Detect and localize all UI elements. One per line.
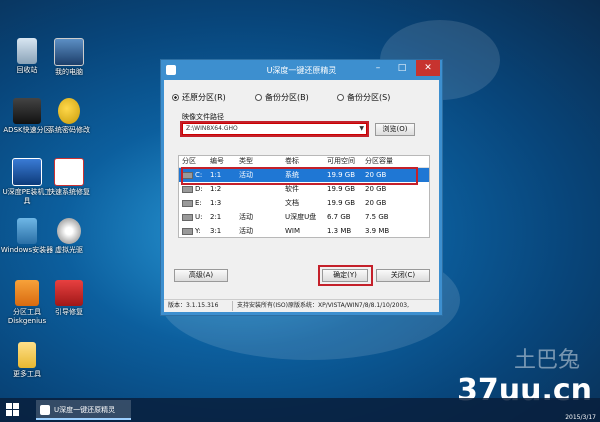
taskbar-item-restore[interactable]: U深度一键还原精灵 [36,400,131,420]
usb-drive-icon [182,213,193,221]
drive-icon [182,227,193,235]
table-row[interactable]: Y: 3:1 活动 WIM 1.3 MB 3.9 MB [179,224,429,238]
desktop-icon-boot-repair[interactable]: 引导修复 [42,280,96,317]
installer-icon [12,158,42,186]
desktop-icon-computer[interactable]: 我的电脑 [42,38,96,77]
computer-icon [54,38,84,66]
radio-dot-icon [255,94,262,101]
support-text: 支持安装所有(ISO)原版系统：XP/VISTA/WIN7/8/8.1/10/2… [237,302,410,309]
diskgenius-icon [15,280,39,306]
taskbar: U深度一键还原精灵 2015/3/17 [0,398,600,422]
title-bar: U深度一键还原精灵 – □ ✕ [161,60,442,80]
close-icon[interactable]: ✕ [416,60,440,76]
radio-backup-s[interactable]: 备份分区(S) [337,92,390,103]
status-bar: 版本：3.1.15.316 支持安装所有(ISO)原版系统：XP/VISTA/W… [164,299,439,312]
version-text: 版本：3.1.15.316 [168,302,219,309]
mode-radio-group: 还原分区(R) 备份分区(B) 备份分区(S) [170,92,435,104]
desktop-icon-repair[interactable]: 快速系统修复 [42,158,96,197]
app-icon [40,405,50,415]
brand-watermark: 土巴兔 [513,348,580,373]
key-icon [58,98,80,124]
maximize-button[interactable]: □ [390,60,414,76]
dialog-client: 还原分区(R) 备份分区(B) 备份分区(S) 映像文件路径 Z:\WIN8X6… [164,80,439,312]
folder-icon [18,342,36,368]
radio-dot-icon [172,94,179,101]
windows-installer-icon [17,218,37,244]
desktop-icon-more-tools[interactable]: 更多工具 [0,342,54,379]
advanced-button[interactable]: 高级(A) [174,269,228,282]
highlight-confirm [318,265,373,286]
radio-backup-b[interactable]: 备份分区(B) [255,92,309,103]
partition-icon [13,98,41,124]
desktop-icon-virtual-drive[interactable]: 虚拟光驱 [42,218,96,255]
virtual-drive-icon [57,218,81,244]
status-divider [232,301,233,311]
cancel-button[interactable]: 关闭(C) [376,269,430,282]
highlight-path [180,121,369,137]
minimize-button[interactable]: – [366,60,390,76]
table-row[interactable]: E: 1:3 文档 19.9 GB 20 GB [179,196,429,210]
boot-repair-icon [55,280,83,306]
restore-dialog: U深度一键还原精灵 – □ ✕ 还原分区(R) 备份分区(B) 备份分区(S) … [160,59,443,316]
desktop-icon-password[interactable]: 系统密码修改 [42,98,96,135]
browse-button[interactable]: 浏览(O) [375,123,415,136]
highlight-selected-row [181,167,418,185]
radio-dot-icon [337,94,344,101]
start-button[interactable] [6,403,20,417]
table-row[interactable]: U: 2:1 活动 U深度U盘 6.7 GB 7.5 GB [179,210,429,224]
drive-icon [182,199,193,207]
watermark-date: 2015/3/17 [565,414,596,421]
radio-restore[interactable]: 还原分区(R) [172,92,226,103]
repair-kit-icon [54,158,84,186]
recycle-bin-icon [17,38,37,64]
drive-icon [182,185,193,193]
